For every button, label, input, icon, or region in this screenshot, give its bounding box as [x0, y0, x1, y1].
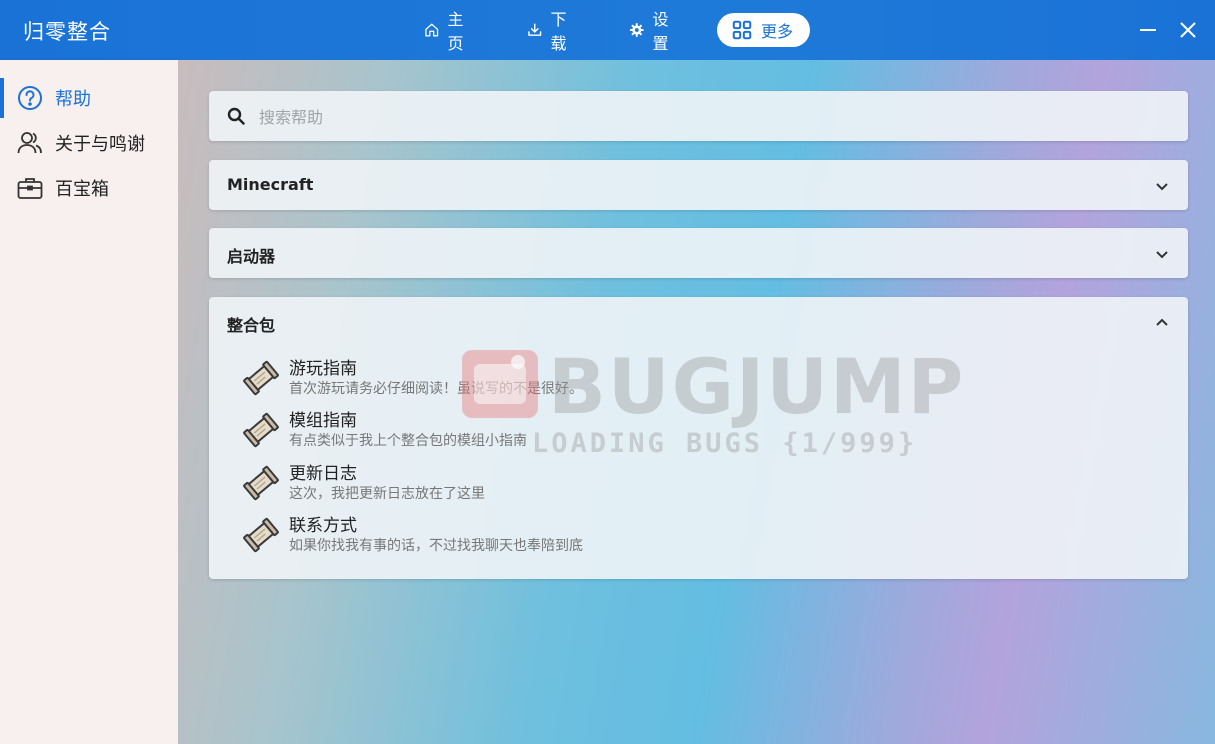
grid-icon: [732, 20, 752, 40]
nav-more[interactable]: 更多: [717, 13, 810, 47]
sidebar-item-about[interactable]: 关于与鸣谢: [0, 121, 178, 165]
search-input[interactable]: [257, 101, 1161, 133]
scroll-icon: [243, 360, 279, 396]
sidebar: 帮助 关于与鸣谢 百宝箱: [0, 60, 178, 744]
entry-title: 游玩指南: [289, 359, 357, 379]
watermark-text: BUGJUMP: [548, 342, 966, 431]
nav-home-label: 主页: [447, 10, 464, 53]
entry-desc: 如果你找我有事的话，不过找我聊天也奉陪到底: [289, 538, 583, 554]
entry-title: 模组指南: [289, 411, 357, 431]
chevron-down-icon: [1156, 183, 1168, 191]
section-launcher: 启动器: [209, 228, 1188, 278]
watermark-logo-icon: [462, 350, 538, 418]
chevron-up-icon: [1156, 318, 1168, 326]
sidebar-item-label: 关于与鸣谢: [55, 134, 145, 155]
section-title: Minecraft: [227, 175, 314, 194]
sidebar-item-label: 帮助: [55, 89, 91, 110]
help-icon: [18, 86, 42, 110]
gear-icon: [629, 23, 644, 37]
entry-desc: 这次，我把更新日志放在了这里: [289, 486, 485, 502]
sidebar-item-toolbox[interactable]: 百宝箱: [0, 166, 178, 210]
section-title: 启动器: [227, 247, 276, 266]
download-icon: [528, 23, 542, 36]
chevron-down-icon: [1156, 251, 1168, 259]
nav-download-label: 下载: [550, 10, 567, 53]
watermark-subtext: LOADING BUGS {1/999}: [532, 428, 918, 459]
section-header[interactable]: Minecraft: [209, 160, 1188, 210]
section-title: 整合包: [227, 316, 276, 335]
close-icon[interactable]: [1176, 18, 1200, 42]
sidebar-item-help[interactable]: 帮助: [0, 76, 178, 120]
entry-title: 更新日志: [289, 464, 357, 484]
title-bar: 归零整合 主页 下载 设置 更多: [0, 0, 1215, 60]
watermark: BUGJUMP LOADING BUGS {1/999}: [460, 342, 990, 463]
nav-settings-label: 设置: [652, 10, 669, 53]
app-title: 归零整合: [23, 20, 111, 44]
scroll-icon: [243, 465, 279, 501]
entry-title: 联系方式: [289, 516, 357, 536]
toolbox-icon: [17, 178, 43, 199]
section-header[interactable]: 启动器: [209, 228, 1188, 278]
search-icon: [227, 107, 245, 125]
nav-home[interactable]: 主页: [410, 10, 484, 53]
sidebar-item-label: 百宝箱: [55, 179, 109, 200]
nav-more-label: 更多: [761, 22, 794, 41]
section-minecraft: Minecraft: [209, 160, 1188, 210]
section-header[interactable]: 整合包: [209, 297, 1188, 347]
home-icon: [425, 23, 439, 37]
search-bar: [209, 91, 1188, 141]
scroll-icon: [243, 517, 279, 553]
scroll-icon: [243, 412, 279, 448]
people-icon: [17, 132, 42, 154]
minimize-icon[interactable]: [1136, 18, 1160, 42]
nav-download[interactable]: 下载: [513, 10, 587, 53]
list-item[interactable]: 更新日志 这次，我把更新日志放在了这里: [239, 457, 839, 507]
list-item[interactable]: 联系方式 如果你找我有事的话，不过找我聊天也奉陪到底: [239, 509, 839, 559]
nav-settings[interactable]: 设置: [615, 10, 689, 53]
